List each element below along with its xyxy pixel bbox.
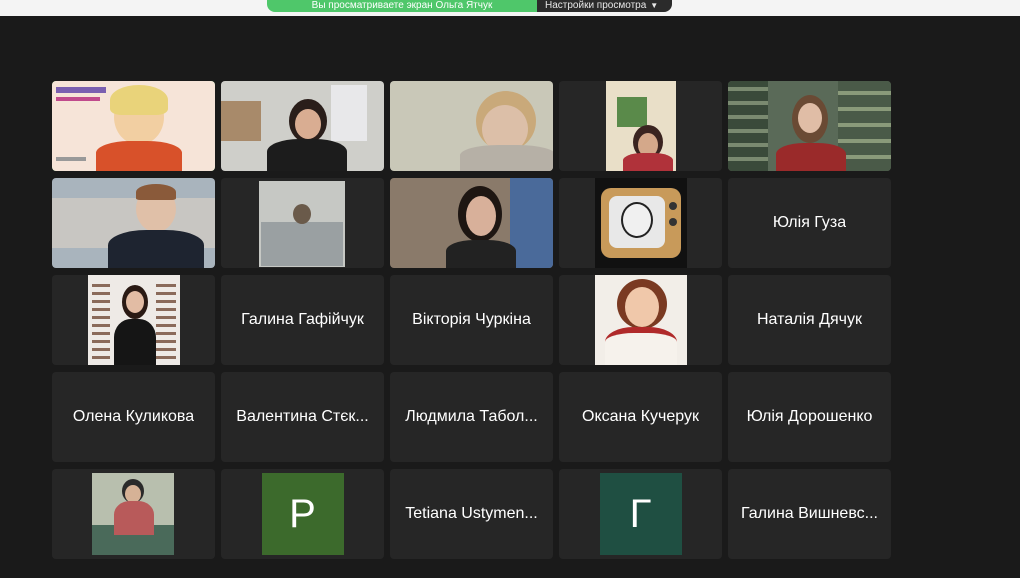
- participant-video: [559, 275, 722, 365]
- participant-name: Олена Куликова: [72, 408, 195, 425]
- participant-name: Наталія Дячук: [757, 311, 862, 328]
- participant-tile[interactable]: Людмила Табол...: [390, 372, 553, 462]
- participant-video: [52, 178, 215, 268]
- participant-video: [52, 81, 215, 171]
- participant-tile[interactable]: [221, 178, 384, 268]
- participant-tile[interactable]: [559, 178, 722, 268]
- participant-tile[interactable]: Юлія Гуза: [728, 178, 891, 268]
- participant-tile[interactable]: [52, 469, 215, 559]
- participant-tile[interactable]: [221, 81, 384, 171]
- participant-tile[interactable]: Олена Куликова: [52, 372, 215, 462]
- avatar-initial: P: [289, 491, 316, 536]
- participant-video: [52, 469, 215, 559]
- participant-name: Галина Вишневс...: [741, 505, 878, 522]
- participant-video: [559, 178, 722, 268]
- participant-video: [221, 178, 384, 268]
- participant-tile[interactable]: Г: [559, 469, 722, 559]
- participant-tile[interactable]: [390, 178, 553, 268]
- participant-name: Галина Гафійчук: [241, 311, 364, 328]
- participant-avatar: P: [261, 473, 344, 555]
- participant-name: Tetiana Ustymen...: [405, 505, 538, 522]
- share-status-text: Вы просматриваете экран Ольга Ятчук: [267, 0, 537, 12]
- participant-video: [221, 81, 384, 171]
- participant-tile[interactable]: Наталія Дячук: [728, 275, 891, 365]
- participant-tile[interactable]: [390, 81, 553, 171]
- participant-tile[interactable]: [728, 81, 891, 171]
- participant-name: Оксана Кучерук: [582, 408, 699, 425]
- participant-name: Вікторія Чуркіна: [412, 311, 531, 328]
- participant-video: [390, 81, 553, 171]
- participant-name: Валентина Стєк...: [236, 408, 369, 425]
- avatar-initial: Г: [629, 491, 652, 536]
- participant-tile[interactable]: Tetiana Ustymen...: [390, 469, 553, 559]
- participant-tile[interactable]: Галина Вишневс...: [728, 469, 891, 559]
- participant-name: Юлія Гуза: [772, 214, 847, 231]
- participant-video: [52, 275, 215, 365]
- participant-avatar: Г: [599, 473, 682, 555]
- participant-tile[interactable]: [52, 178, 215, 268]
- participant-video: [559, 81, 722, 171]
- screen-share-banner: Вы просматриваете экран Ольга Ятчук Наст…: [267, 0, 673, 12]
- participant-gallery: Юлія Гуза Галина Гафійчук Вікторія Чуркі…: [52, 81, 891, 559]
- participant-tile[interactable]: Галина Гафійчук: [221, 275, 384, 365]
- participant-video: [728, 81, 891, 171]
- participant-tile[interactable]: [559, 81, 722, 171]
- participant-tile[interactable]: P: [221, 469, 384, 559]
- participant-tile[interactable]: Вікторія Чуркіна: [390, 275, 553, 365]
- view-options-button[interactable]: Настройки просмотра ▼: [537, 0, 673, 12]
- participant-tile[interactable]: Оксана Кучерук: [559, 372, 722, 462]
- participant-video: [390, 178, 553, 268]
- participant-tile[interactable]: [559, 275, 722, 365]
- chevron-down-icon: ▼: [650, 1, 659, 10]
- participant-name: Юлія Дорошенко: [746, 408, 873, 425]
- participant-tile[interactable]: Валентина Стєк...: [221, 372, 384, 462]
- participant-tile[interactable]: [52, 275, 215, 365]
- participant-tile[interactable]: Юлія Дорошенко: [728, 372, 891, 462]
- participant-name: Людмила Табол...: [405, 408, 538, 425]
- view-options-label: Настройки просмотра: [545, 0, 647, 11]
- participant-tile[interactable]: [52, 81, 215, 171]
